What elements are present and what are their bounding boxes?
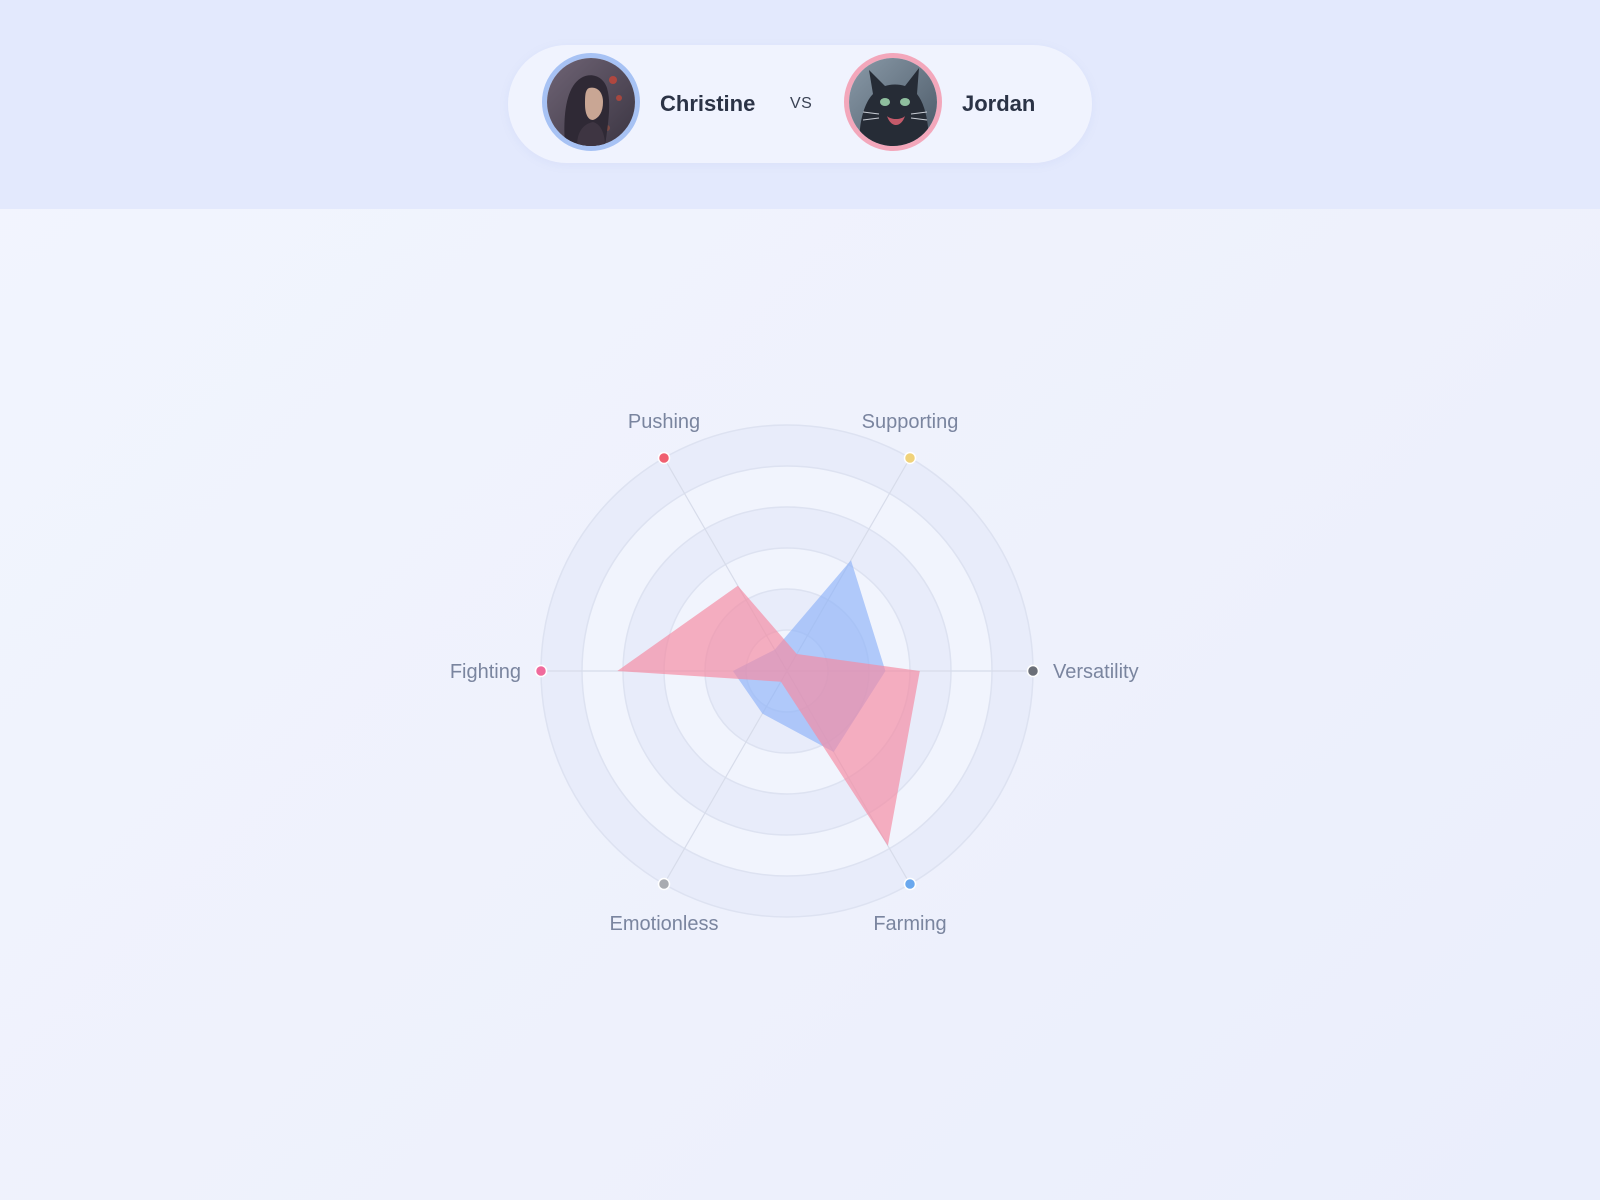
axis-dot-versatility (1026, 664, 1040, 678)
axis-label-supporting: Supporting (862, 411, 959, 433)
axis-label-emotionless: Emotionless (610, 913, 719, 935)
axis-label-pushing: Pushing (628, 411, 700, 433)
axis-dot-fighting (534, 664, 548, 678)
axis-dot-pushing (657, 451, 671, 465)
radar-chart: Versatility Farming Emotionless Fighting Pus… (450, 411, 1139, 935)
axis-label-farming: Farming (873, 913, 946, 935)
axis-dot-supporting (903, 451, 917, 465)
axis-dot-farming (903, 877, 917, 891)
axis-label-versatility: Versatility (1053, 661, 1139, 683)
axis-label-fighting: Fighting (450, 661, 521, 683)
axis-dot-emotionless (657, 877, 671, 891)
